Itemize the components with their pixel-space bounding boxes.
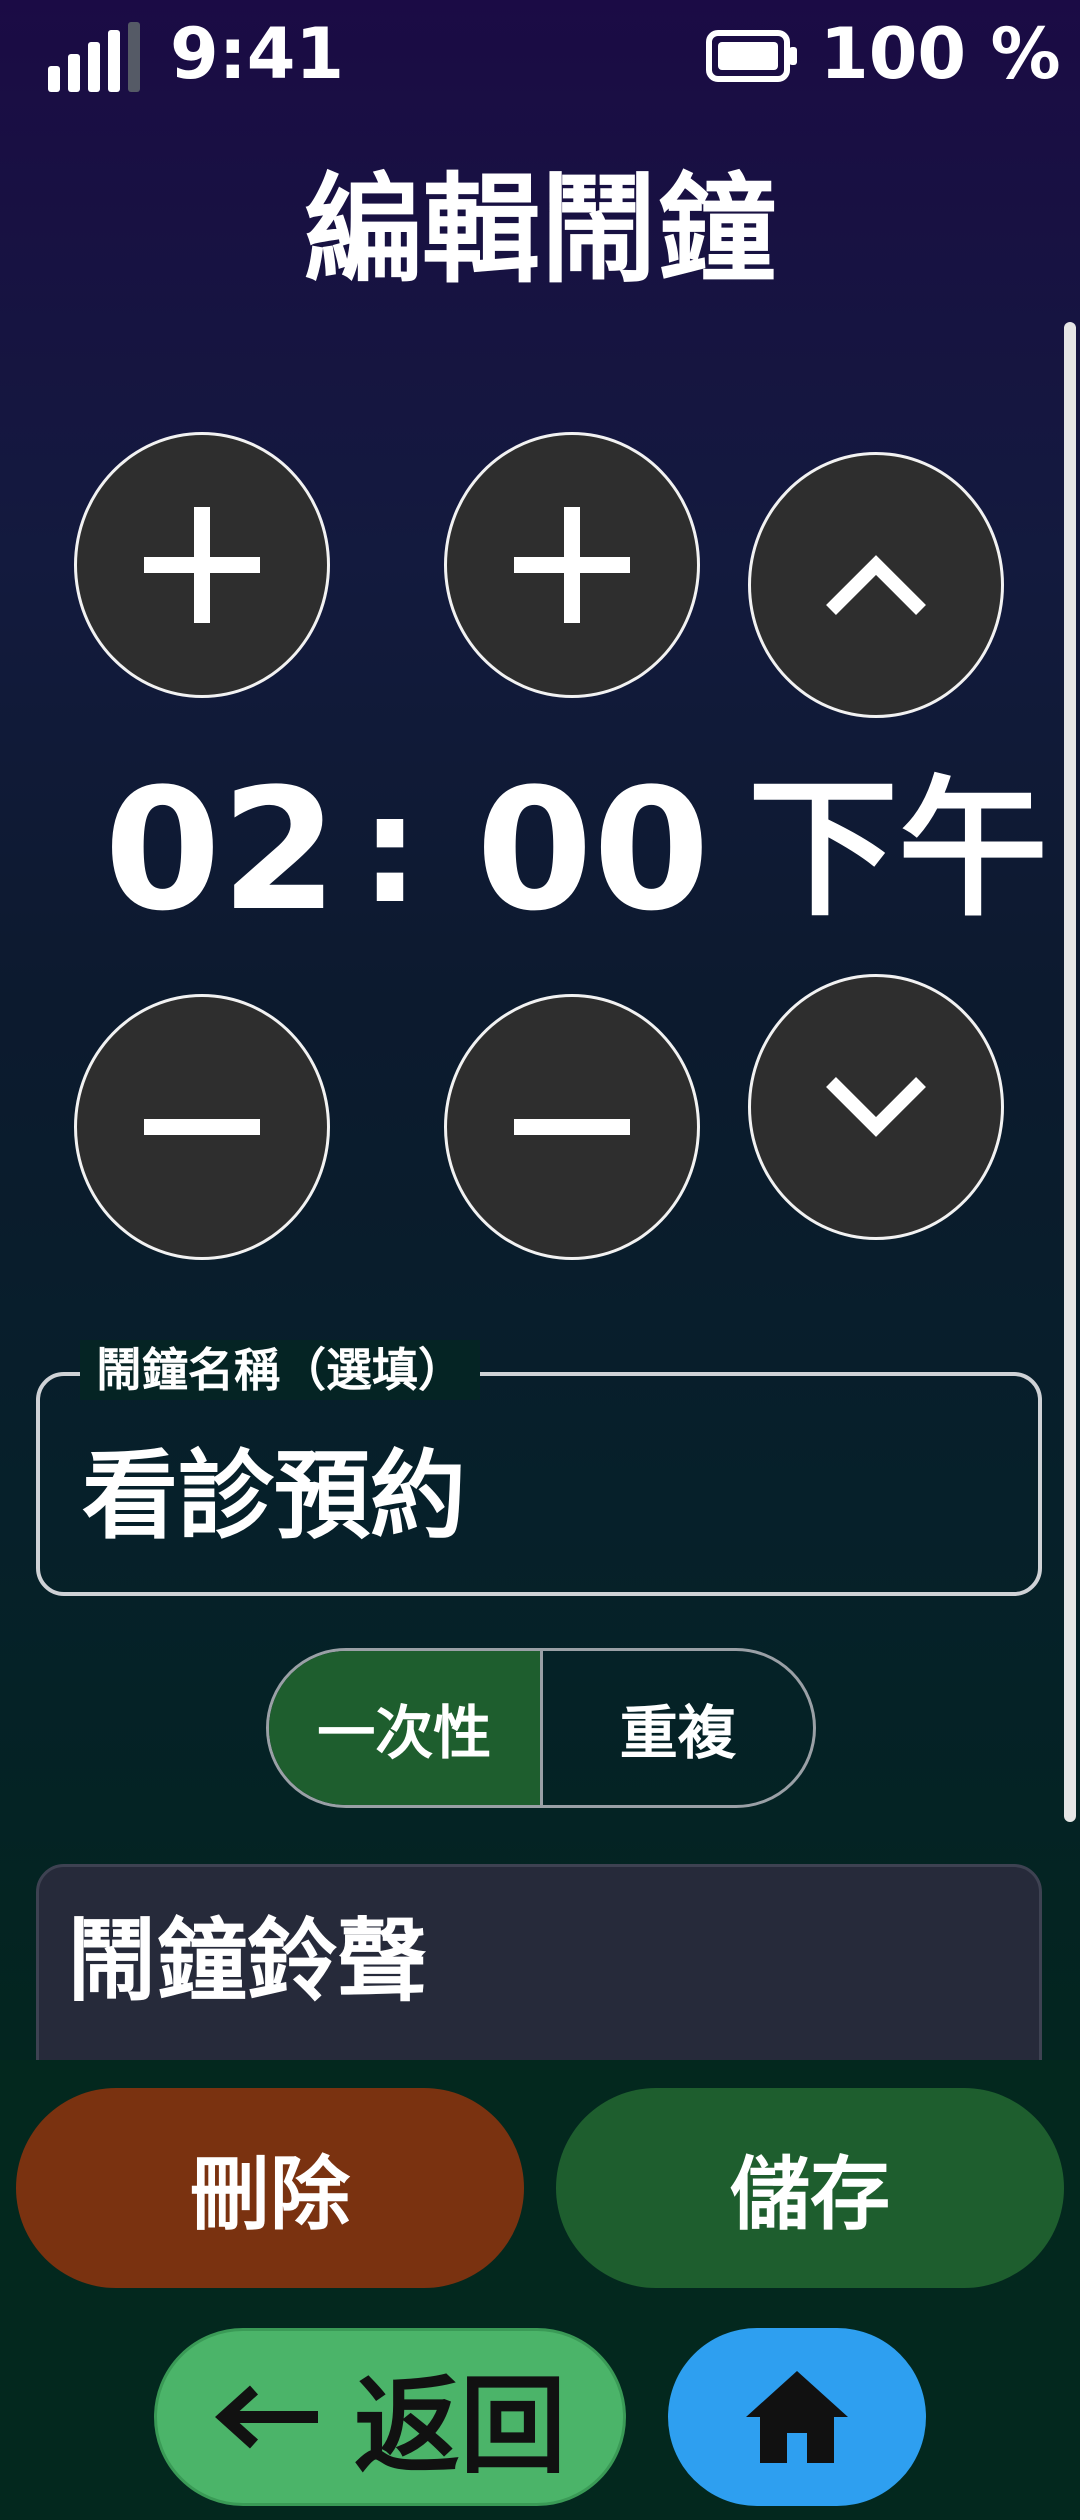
battery-icon	[706, 30, 797, 82]
hour-decrement-button[interactable]	[74, 994, 330, 1260]
status-bar: 9:41 100 %	[0, 0, 1080, 110]
minus-icon	[514, 1119, 630, 1135]
scrollbar[interactable]	[1064, 322, 1076, 1822]
ringtone-title: 鬧鐘鈴聲	[67, 1909, 427, 2014]
chevron-up-icon	[826, 555, 926, 615]
segment-repeat[interactable]: 重複	[543, 1651, 814, 1805]
segment-one-time[interactable]: 一次性	[269, 1651, 543, 1805]
hour-increment-button[interactable]	[74, 432, 330, 698]
plus-icon	[514, 507, 630, 623]
back-label: 返回	[354, 2365, 566, 2488]
alarm-name-field[interactable]: 鬧鐘名稱（選填） 看診預約	[36, 1340, 1042, 1596]
signal-icon	[48, 22, 148, 92]
period-up-button[interactable]	[748, 452, 1004, 718]
chevron-down-icon	[826, 1077, 926, 1137]
period-display: 下午	[748, 763, 1049, 937]
status-time: 9:41	[170, 13, 345, 95]
delete-button[interactable]: 刪除	[16, 2088, 524, 2288]
minute-decrement-button[interactable]	[444, 994, 700, 1260]
plus-icon	[144, 507, 260, 623]
alarm-name-input[interactable]: 看診預約	[82, 1436, 466, 1556]
home-icon	[746, 2371, 848, 2463]
home-button[interactable]	[668, 2328, 926, 2506]
minute-increment-button[interactable]	[444, 432, 700, 698]
arrow-left-icon	[215, 2385, 318, 2449]
back-button[interactable]: 返回	[154, 2328, 626, 2506]
time-separator: :	[360, 763, 420, 937]
frequency-toggle[interactable]: 一次性 重複	[266, 1648, 816, 1808]
minute-display: 00	[476, 752, 710, 948]
save-button[interactable]: 儲存	[556, 2088, 1064, 2288]
page-title: 編輯鬧鐘	[303, 161, 776, 299]
hour-display: 02	[104, 752, 338, 948]
period-down-button[interactable]	[748, 974, 1004, 1240]
alarm-name-label: 鬧鐘名稱（選填）	[80, 1340, 480, 1400]
battery-percent: 100 %	[820, 13, 1061, 95]
minus-icon	[144, 1119, 260, 1135]
